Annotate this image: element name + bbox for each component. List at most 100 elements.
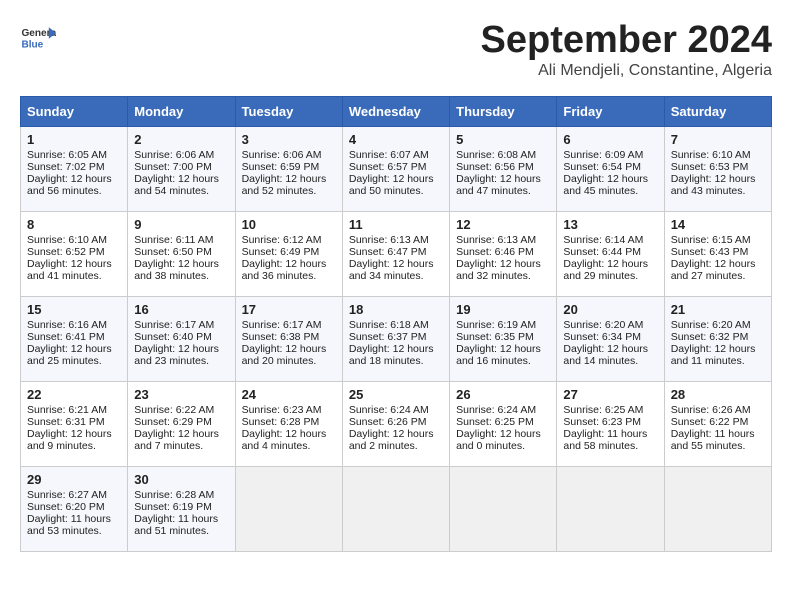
sunset-text: Sunset: 6:59 PM <box>242 161 320 173</box>
sunrise-text: Sunrise: 6:23 AM <box>242 404 322 416</box>
calendar-day-cell: 21Sunrise: 6:20 AMSunset: 6:32 PMDayligh… <box>664 296 771 381</box>
day-number: 5 <box>456 132 550 147</box>
daylight-text: Daylight: 12 hours and 2 minutes. <box>349 428 434 452</box>
title-area: September 2024 Ali Mendjeli, Constantine… <box>481 20 773 80</box>
sunrise-text: Sunrise: 6:21 AM <box>27 404 107 416</box>
calendar-day-cell: 10Sunrise: 6:12 AMSunset: 6:49 PMDayligh… <box>235 211 342 296</box>
sunset-text: Sunset: 6:37 PM <box>349 331 427 343</box>
daylight-text: Daylight: 11 hours and 58 minutes. <box>563 428 647 452</box>
sunset-text: Sunset: 6:41 PM <box>27 331 105 343</box>
calendar-day-cell <box>450 466 557 551</box>
sunrise-text: Sunrise: 6:17 AM <box>242 319 322 331</box>
day-number: 14 <box>671 217 765 232</box>
sunrise-text: Sunrise: 6:13 AM <box>456 234 536 246</box>
sunrise-text: Sunrise: 6:08 AM <box>456 149 536 161</box>
daylight-text: Daylight: 12 hours and 54 minutes. <box>134 173 219 197</box>
calendar-day-cell: 23Sunrise: 6:22 AMSunset: 6:29 PMDayligh… <box>128 381 235 466</box>
day-number: 19 <box>456 302 550 317</box>
sunrise-text: Sunrise: 6:27 AM <box>27 489 107 501</box>
sunrise-text: Sunrise: 6:14 AM <box>563 234 643 246</box>
day-number: 27 <box>563 387 657 402</box>
day-number: 3 <box>242 132 336 147</box>
sunset-text: Sunset: 6:28 PM <box>242 416 320 428</box>
calendar-day-cell: 15Sunrise: 6:16 AMSunset: 6:41 PMDayligh… <box>21 296 128 381</box>
daylight-text: Daylight: 12 hours and 4 minutes. <box>242 428 327 452</box>
day-number: 26 <box>456 387 550 402</box>
sunrise-text: Sunrise: 6:24 AM <box>456 404 536 416</box>
page-header: General Blue September 2024 Ali Mendjeli… <box>20 20 772 80</box>
day-number: 12 <box>456 217 550 232</box>
sunrise-text: Sunrise: 6:24 AM <box>349 404 429 416</box>
day-number: 24 <box>242 387 336 402</box>
calendar-week-row: 8Sunrise: 6:10 AMSunset: 6:52 PMDaylight… <box>21 211 772 296</box>
calendar-day-cell: 9Sunrise: 6:11 AMSunset: 6:50 PMDaylight… <box>128 211 235 296</box>
sunrise-text: Sunrise: 6:06 AM <box>134 149 214 161</box>
calendar-week-row: 29Sunrise: 6:27 AMSunset: 6:20 PMDayligh… <box>21 466 772 551</box>
calendar-day-cell: 30Sunrise: 6:28 AMSunset: 6:19 PMDayligh… <box>128 466 235 551</box>
calendar-day-cell: 29Sunrise: 6:27 AMSunset: 6:20 PMDayligh… <box>21 466 128 551</box>
day-number: 21 <box>671 302 765 317</box>
sunrise-text: Sunrise: 6:25 AM <box>563 404 643 416</box>
day-number: 23 <box>134 387 228 402</box>
calendar-day-cell <box>557 466 664 551</box>
daylight-text: Daylight: 12 hours and 36 minutes. <box>242 258 327 282</box>
sunrise-text: Sunrise: 6:09 AM <box>563 149 643 161</box>
daylight-text: Daylight: 12 hours and 34 minutes. <box>349 258 434 282</box>
calendar-header: SundayMondayTuesdayWednesdayThursdayFrid… <box>21 96 772 126</box>
sunrise-text: Sunrise: 6:05 AM <box>27 149 107 161</box>
daylight-text: Daylight: 12 hours and 9 minutes. <box>27 428 112 452</box>
day-number: 7 <box>671 132 765 147</box>
daylight-text: Daylight: 12 hours and 23 minutes. <box>134 343 219 367</box>
calendar-day-cell <box>664 466 771 551</box>
calendar-day-cell: 18Sunrise: 6:18 AMSunset: 6:37 PMDayligh… <box>342 296 449 381</box>
sunset-text: Sunset: 7:00 PM <box>134 161 212 173</box>
calendar-day-cell: 8Sunrise: 6:10 AMSunset: 6:52 PMDaylight… <box>21 211 128 296</box>
calendar-day-cell: 19Sunrise: 6:19 AMSunset: 6:35 PMDayligh… <box>450 296 557 381</box>
sunrise-text: Sunrise: 6:20 AM <box>671 319 751 331</box>
calendar-week-row: 1Sunrise: 6:05 AMSunset: 7:02 PMDaylight… <box>21 126 772 211</box>
day-number: 10 <box>242 217 336 232</box>
sunset-text: Sunset: 6:32 PM <box>671 331 749 343</box>
calendar-title: September 2024 <box>481 20 773 62</box>
daylight-text: Daylight: 12 hours and 27 minutes. <box>671 258 756 282</box>
sunset-text: Sunset: 6:25 PM <box>456 416 534 428</box>
daylight-text: Daylight: 12 hours and 45 minutes. <box>563 173 648 197</box>
sunset-text: Sunset: 6:49 PM <box>242 246 320 258</box>
sunset-text: Sunset: 6:26 PM <box>349 416 427 428</box>
calendar-subtitle: Ali Mendjeli, Constantine, Algeria <box>481 62 773 80</box>
calendar-body: 1Sunrise: 6:05 AMSunset: 7:02 PMDaylight… <box>21 126 772 551</box>
calendar-day-cell <box>342 466 449 551</box>
sunrise-text: Sunrise: 6:19 AM <box>456 319 536 331</box>
weekday-header: Saturday <box>664 96 771 126</box>
sunrise-text: Sunrise: 6:16 AM <box>27 319 107 331</box>
day-number: 15 <box>27 302 121 317</box>
calendar-day-cell: 2Sunrise: 6:06 AMSunset: 7:00 PMDaylight… <box>128 126 235 211</box>
day-number: 13 <box>563 217 657 232</box>
daylight-text: Daylight: 12 hours and 47 minutes. <box>456 173 541 197</box>
weekday-header: Tuesday <box>235 96 342 126</box>
day-number: 22 <box>27 387 121 402</box>
day-number: 17 <box>242 302 336 317</box>
sunrise-text: Sunrise: 6:06 AM <box>242 149 322 161</box>
sunset-text: Sunset: 6:22 PM <box>671 416 749 428</box>
sunrise-text: Sunrise: 6:26 AM <box>671 404 751 416</box>
sunset-text: Sunset: 6:43 PM <box>671 246 749 258</box>
sunrise-text: Sunrise: 6:11 AM <box>134 234 213 246</box>
sunset-text: Sunset: 6:19 PM <box>134 501 212 513</box>
logo-icon: General Blue <box>20 20 56 56</box>
calendar-day-cell: 27Sunrise: 6:25 AMSunset: 6:23 PMDayligh… <box>557 381 664 466</box>
daylight-text: Daylight: 11 hours and 55 minutes. <box>671 428 755 452</box>
calendar-day-cell: 3Sunrise: 6:06 AMSunset: 6:59 PMDaylight… <box>235 126 342 211</box>
calendar-day-cell: 16Sunrise: 6:17 AMSunset: 6:40 PMDayligh… <box>128 296 235 381</box>
sunset-text: Sunset: 6:35 PM <box>456 331 534 343</box>
daylight-text: Daylight: 12 hours and 41 minutes. <box>27 258 112 282</box>
calendar-week-row: 22Sunrise: 6:21 AMSunset: 6:31 PMDayligh… <box>21 381 772 466</box>
sunrise-text: Sunrise: 6:28 AM <box>134 489 214 501</box>
sunrise-text: Sunrise: 6:22 AM <box>134 404 214 416</box>
day-number: 11 <box>349 217 443 232</box>
sunset-text: Sunset: 6:44 PM <box>563 246 641 258</box>
daylight-text: Daylight: 12 hours and 14 minutes. <box>563 343 648 367</box>
calendar-day-cell: 22Sunrise: 6:21 AMSunset: 6:31 PMDayligh… <box>21 381 128 466</box>
sunset-text: Sunset: 6:40 PM <box>134 331 212 343</box>
sunset-text: Sunset: 6:38 PM <box>242 331 320 343</box>
